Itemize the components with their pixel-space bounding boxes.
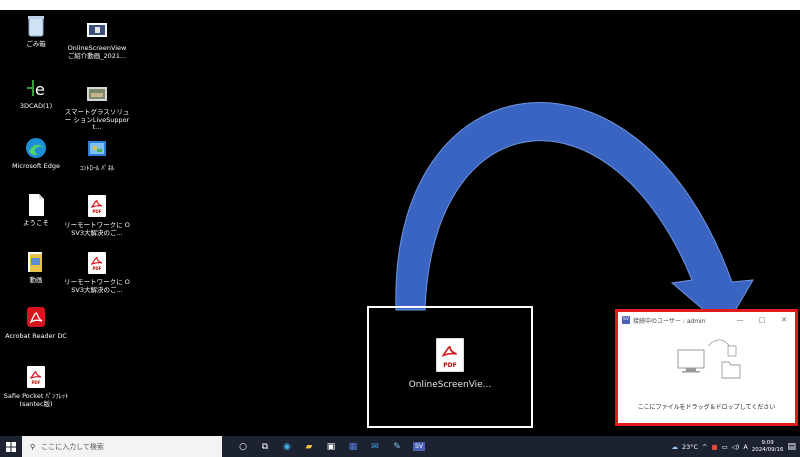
dragged-pdf-file[interactable]: PDF OnlineScreenVie...: [369, 338, 531, 390]
window-title: 接続中のユーザー : admin: [633, 317, 706, 325]
sv-app-icon[interactable]: SV: [408, 436, 430, 457]
maximize-button[interactable]: □: [751, 316, 773, 324]
search-placeholder: ここに入力して検索: [41, 442, 104, 451]
ime-indicator[interactable]: A: [743, 443, 747, 451]
drop-zone[interactable]: ここにファイルをドラッグ＆ドロップしてください: [618, 328, 795, 423]
task-view-icon[interactable]: ⧉: [254, 436, 276, 457]
sv-logo-icon: SV: [622, 316, 630, 324]
dragged-file-name: OnlineScreenVie...: [408, 380, 492, 390]
edge-taskbar-icon[interactable]: ◉: [276, 436, 298, 457]
sv-drop-window[interactable]: SV 接続中のユーザー : admin — □ ✕ ここにファイルをドラッグ＆ド…: [615, 309, 798, 426]
window-titlebar[interactable]: SV 接続中のユーザー : admin — □ ✕: [618, 312, 795, 328]
minimize-button[interactable]: —: [729, 316, 751, 324]
weather-temp[interactable]: 23°C: [682, 443, 698, 451]
drop-instruction: ここにファイルをドラッグ＆ドロップしてください: [637, 404, 776, 411]
close-button[interactable]: ✕: [773, 316, 795, 324]
sv-app-glyph: SV: [413, 442, 425, 451]
pdf-icon: PDF: [436, 338, 464, 372]
network-icon[interactable]: ▭: [722, 443, 728, 451]
clock[interactable]: 9:09 2024/09/16: [752, 440, 784, 454]
security-icon[interactable]: ■: [711, 443, 717, 451]
store-icon[interactable]: ▣: [320, 436, 342, 457]
system-tray: ☁ 23°C ^ ■ ▭ ◁) A 9:09 2024/09/16 ▤: [671, 436, 800, 457]
windows-logo-icon: [6, 441, 16, 452]
clock-time: 9:09: [761, 439, 774, 446]
clock-date: 2024/09/16: [751, 446, 784, 453]
file-transfer-illustration-icon: [677, 339, 741, 379]
dragged-file-highlight: PDF OnlineScreenVie...: [367, 306, 533, 428]
calendar-icon[interactable]: ▦: [342, 436, 364, 457]
screen: ごみ箱 e 3DCAD(1) Microsoft Edge ようこそ 動画 Ac…: [0, 0, 800, 457]
file-explorer-icon[interactable]: ▰: [298, 436, 320, 457]
start-button[interactable]: [0, 436, 22, 457]
taskbar: ⚲ ここに入力して検索 ○ ⧉ ◉ ▰ ▣ ▦ ✉ ✎ SV ☁ 23°C ^ …: [0, 436, 800, 457]
taskbar-search-input[interactable]: ⚲ ここに入力して検索: [22, 436, 222, 457]
volume-icon[interactable]: ◁): [732, 443, 740, 451]
weather-icon: ☁: [671, 442, 678, 451]
cortana-icon[interactable]: ○: [232, 436, 254, 457]
notification-icon[interactable]: ▤: [787, 442, 796, 452]
notepad-icon[interactable]: ✎: [386, 436, 408, 457]
show-hidden-icons-icon[interactable]: ^: [702, 443, 707, 451]
search-icon: ⚲: [30, 442, 36, 451]
mail-icon[interactable]: ✉: [364, 436, 386, 457]
